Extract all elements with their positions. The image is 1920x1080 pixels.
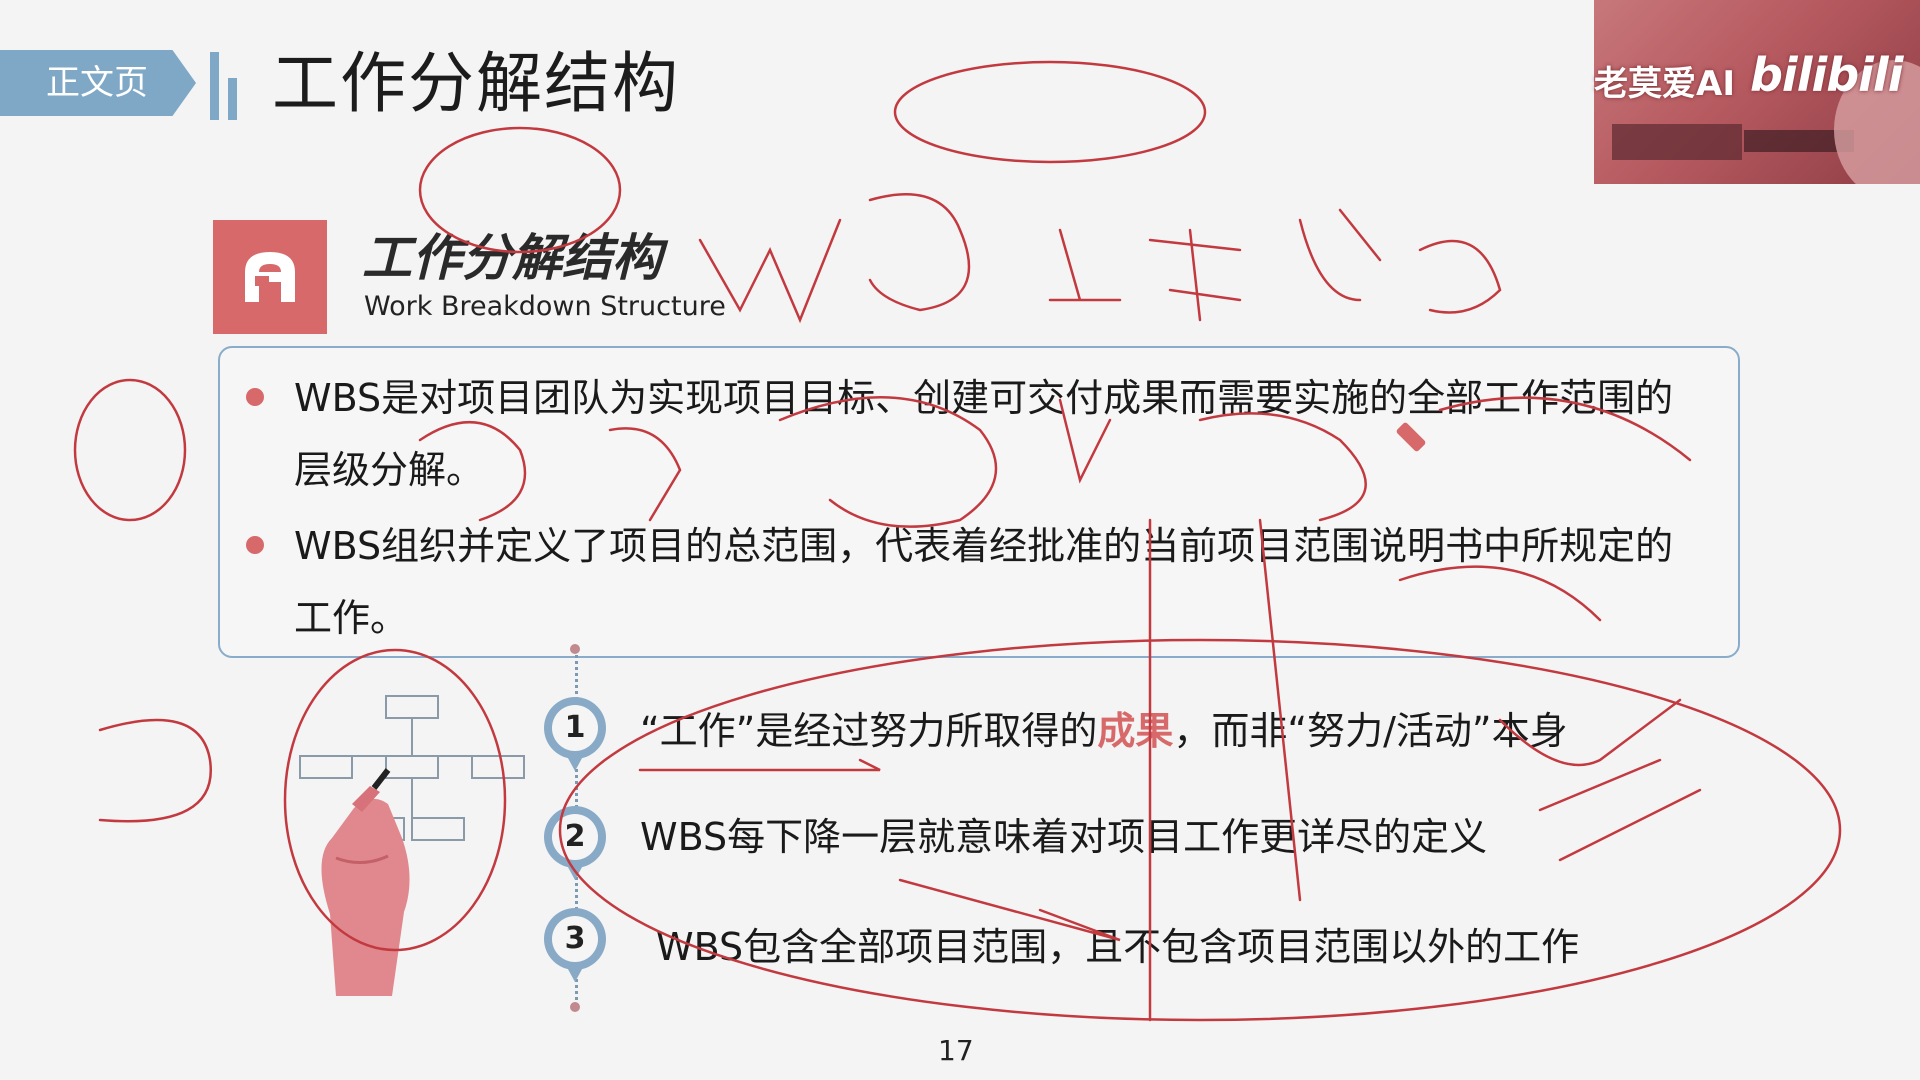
definition-item: WBS组织并定义了项目的总范围，代表着经批准的当前项目范围说明书中所规定的工作。 [294,524,1674,640]
timeline-dot [570,644,580,654]
platform-logo: bilibili [1750,48,1903,102]
bullet-dot [246,388,264,406]
block-logo [213,220,327,334]
block-subtitle: Work Breakdown Structure [364,291,726,322]
step-marker: 3 [544,908,606,982]
title-accent-bar [210,52,219,120]
slide: 正文页 工作分解结构 老莫爱AI bilibili 工作分解结构 Work Br… [0,0,1920,1080]
title-accent-bar-short [228,78,237,120]
step-text: WBS包含全部项目范围，且不包含项目范围以外的工作 [656,925,1580,969]
channel-name: 老莫爱AI [1594,64,1735,104]
page-title: 工作分解结构 [272,45,680,122]
definition-box: WBS是对项目团队为实现项目目标、创建可交付成果而需要实施的全部工作范围的层级分… [218,346,1740,658]
timeline-dot [570,1002,580,1012]
page-number: 17 [938,1034,974,1067]
step-text: WBS每下降一层就意味着对项目工作更详尽的定义 [640,815,1488,859]
section-tag: 正文页 [0,50,196,116]
step-text: “工作”是经过努力所取得的成果，而非“努力/活动”本身 [640,709,1568,753]
highlight-text: 成果 [1097,709,1174,753]
definition-item: WBS是对项目团队为实现项目目标、创建可交付成果而需要实施的全部工作范围的层级分… [294,376,1674,492]
step-marker: 2 [544,806,606,880]
step-marker: 1 [544,697,606,771]
block-title: 工作分解结构 [362,229,662,287]
bullet-dot [246,536,264,554]
hand-drawing-org-chart-illustration [299,695,525,996]
stylized-a-icon [245,252,295,302]
webcam-shelf [1612,124,1742,160]
